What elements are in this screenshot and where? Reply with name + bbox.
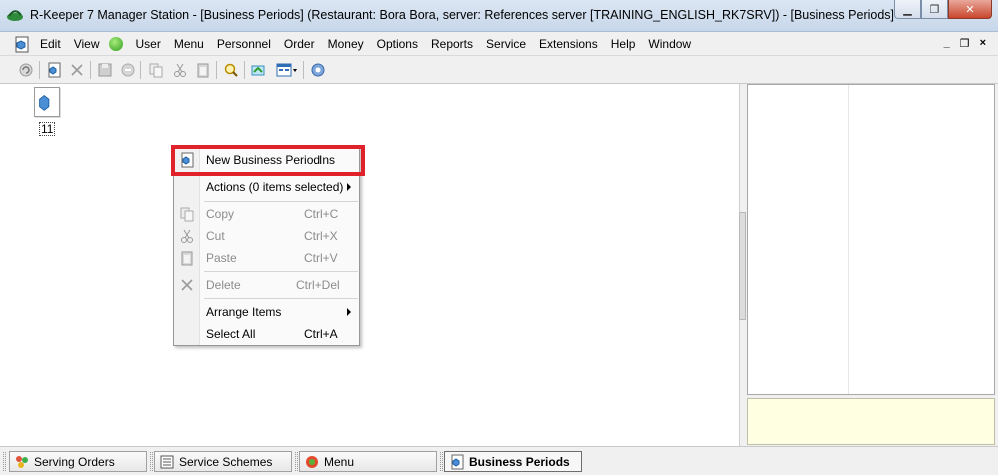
menu-personnel[interactable]: Personnel — [217, 37, 271, 51]
view-mode-dropdown-icon[interactable] — [274, 60, 300, 80]
settings-gear-icon[interactable] — [308, 60, 328, 80]
save-icon[interactable] — [95, 60, 115, 80]
minimize-button[interactable]: ▁ — [894, 0, 921, 19]
cut-icon — [181, 229, 193, 243]
status-green-icon — [109, 37, 124, 51]
copy-icon — [180, 207, 194, 222]
business-period-item-label[interactable]: 11 — [39, 122, 56, 136]
tab-business-periods[interactable]: Business Periods — [444, 451, 582, 472]
delete-icon — [181, 279, 193, 291]
menu-icon — [306, 455, 318, 468]
hint-panel — [747, 398, 995, 445]
menu-item-arrange-items[interactable]: Arrange Items — [174, 302, 359, 322]
window-title: R-Keeper 7 Manager Station - [Business P… — [30, 8, 895, 22]
cut-icon[interactable] — [170, 60, 190, 80]
menu-bar: Edit View User Menu Personnel Order Mone… — [0, 32, 998, 56]
menu-view[interactable]: View — [74, 37, 100, 51]
menu-item-select-all[interactable]: Select All Ctrl+A — [174, 324, 359, 344]
business-periods-list[interactable]: 11 — [0, 84, 740, 446]
toolbar — [0, 56, 998, 84]
mdi-minimize-button[interactable]: _ — [944, 37, 950, 50]
cancel-icon[interactable] — [118, 60, 138, 80]
document-icon[interactable] — [13, 36, 30, 53]
menu-service[interactable]: Service — [486, 37, 526, 51]
copy-icon[interactable] — [146, 60, 166, 80]
menu-reports[interactable]: Reports — [431, 37, 473, 51]
title-bar: R-Keeper 7 Manager Station - [Business P… — [0, 0, 998, 32]
context-menu: New Business Period Ins Actions (0 items… — [173, 146, 360, 346]
app-logo-icon — [7, 10, 23, 21]
search-icon[interactable] — [221, 60, 241, 80]
new-item-icon[interactable] — [44, 60, 64, 80]
menu-options[interactable]: Options — [377, 37, 418, 51]
menu-item-cut[interactable]: Cut Ctrl+X — [174, 226, 359, 246]
mdi-restore-button[interactable]: ❐ — [960, 37, 970, 50]
menu-edit[interactable]: Edit — [40, 37, 61, 51]
menu-item-copy[interactable]: Copy Ctrl+C — [174, 204, 359, 224]
maximize-button[interactable]: ❐ — [921, 0, 948, 19]
refresh-icon[interactable] — [16, 60, 36, 80]
properties-panel[interactable] — [747, 84, 995, 395]
menu-item-paste[interactable]: Paste Ctrl+V — [174, 248, 359, 268]
close-button[interactable]: ✕ — [948, 0, 992, 19]
menu-item-actions[interactable]: Actions (0 items selected) — [174, 177, 359, 197]
menu-extensions[interactable]: Extensions — [539, 37, 598, 51]
mdi-close-button[interactable]: × — [980, 37, 986, 50]
highlight-annotation — [171, 145, 365, 176]
service-schemes-icon — [160, 455, 174, 468]
paste-icon — [181, 251, 193, 266]
submenu-arrow-icon — [347, 308, 351, 316]
serving-orders-icon — [16, 455, 28, 468]
menu-menu[interactable]: Menu — [174, 37, 204, 51]
tab-service-schemes[interactable]: Service Schemes — [154, 451, 292, 472]
paste-icon[interactable] — [193, 60, 213, 80]
splitter-grip[interactable] — [739, 212, 746, 320]
menu-item-delete[interactable]: Delete Ctrl+Del — [174, 275, 359, 295]
menu-help[interactable]: Help — [611, 37, 636, 51]
submenu-arrow-icon — [347, 183, 351, 191]
delete-icon[interactable] — [67, 60, 87, 80]
business-periods-icon — [451, 454, 464, 469]
business-period-item-icon[interactable] — [34, 87, 60, 117]
tab-serving-orders[interactable]: Serving Orders — [9, 451, 147, 472]
menu-window[interactable]: Window — [648, 37, 691, 51]
menu-user[interactable]: User — [135, 37, 160, 51]
filter-icon[interactable] — [248, 60, 268, 80]
window-tab-bar: Serving Orders Service Schemes Menu Busi… — [0, 446, 998, 475]
menu-order[interactable]: Order — [284, 37, 315, 51]
tab-menu[interactable]: Menu — [299, 451, 437, 472]
menu-money[interactable]: Money — [328, 37, 364, 51]
